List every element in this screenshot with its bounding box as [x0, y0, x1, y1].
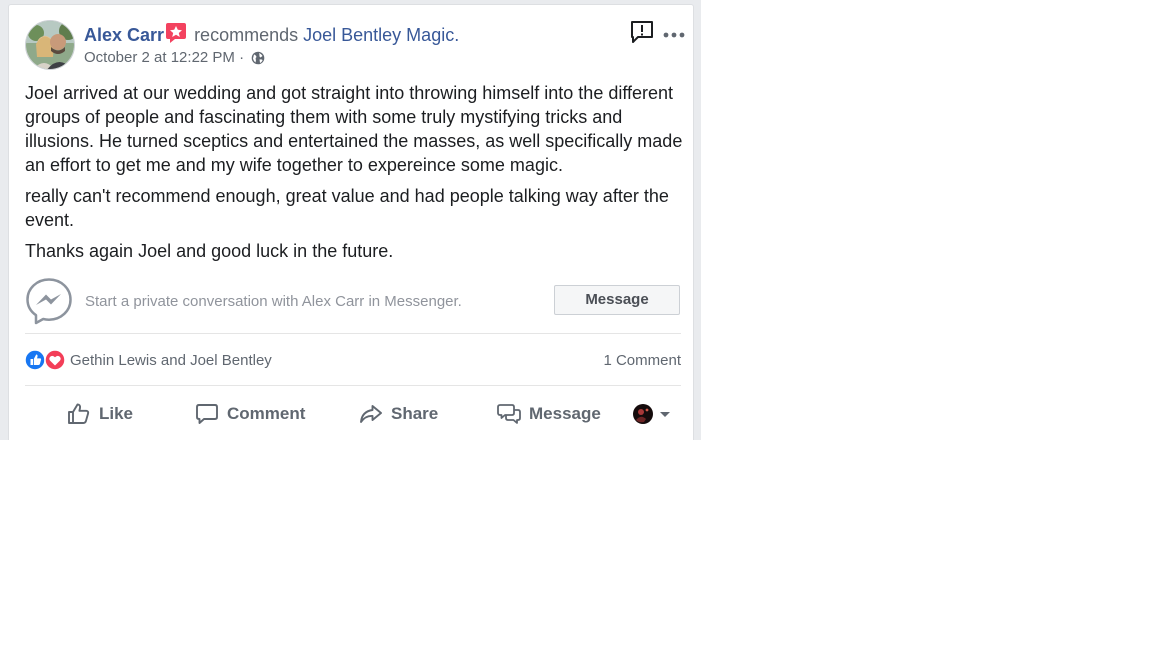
messenger-prompt-text: Start a private conversation with Alex C… — [85, 293, 462, 310]
message-button[interactable]: Message — [554, 285, 680, 315]
like-label: Like — [99, 404, 134, 423]
post-card: Alex Carr recommends Joel Bentley Magic.… — [8, 4, 694, 440]
post-actions: Like Comment Share Message — [25, 395, 681, 433]
author-name[interactable]: Alex Carr — [84, 25, 164, 45]
avatar[interactable] — [25, 20, 75, 70]
reaction-icons[interactable] — [24, 348, 69, 372]
like-reaction-icon — [24, 349, 46, 371]
thumbs-up-icon — [68, 403, 90, 424]
share-button[interactable]: Share — [359, 395, 438, 433]
post-meta: October 2 at 12:22 PM · — [84, 48, 265, 71]
share-label: Share — [391, 404, 439, 423]
post-timestamp[interactable]: October 2 at 12:22 PM — [84, 49, 235, 66]
post-header: Alex Carr recommends Joel Bentley Magic. — [84, 22, 459, 50]
post-paragraph: Thanks again Joel and good luck in the f… — [25, 241, 394, 261]
divider — [25, 333, 681, 334]
globe-icon[interactable] — [251, 51, 265, 71]
comment-icon — [196, 404, 218, 424]
profile-switcher[interactable] — [633, 403, 673, 425]
reactions-summary: Gethin Lewis and Joel Bentley 1 Comment — [24, 348, 681, 372]
messenger-prompt: Start a private conversation with Alex C… — [25, 277, 681, 327]
like-button[interactable]: Like — [67, 395, 133, 433]
page-link[interactable]: Joel Bentley Magic. — [303, 25, 459, 45]
message-bubble-icon — [497, 404, 521, 424]
report-icon[interactable] — [629, 19, 655, 45]
message-label: Message — [529, 404, 601, 423]
recommends-text: recommends — [194, 25, 299, 45]
chevron-down-icon — [660, 412, 670, 417]
profile-picture-icon — [633, 404, 653, 424]
send-message-button[interactable]: Message — [497, 395, 601, 433]
post-body: Joel arrived at our wedding and got stra… — [25, 81, 690, 270]
more-options-icon[interactable] — [663, 27, 685, 38]
messenger-icon — [25, 277, 73, 325]
share-icon — [360, 405, 382, 423]
post-paragraph: really can't recommend enough, great val… — [25, 186, 669, 230]
reaction-names[interactable]: Gethin Lewis and Joel Bentley — [70, 352, 272, 369]
post-paragraph: Joel arrived at our wedding and got stra… — [25, 83, 683, 175]
comment-label: Comment — [227, 404, 306, 423]
divider — [25, 385, 681, 386]
recommendation-star-icon — [166, 22, 187, 50]
comment-button[interactable]: Comment — [195, 395, 305, 433]
meta-separator: · — [239, 49, 245, 66]
comment-count[interactable]: 1 Comment — [603, 352, 681, 369]
love-reaction-icon — [44, 349, 66, 371]
